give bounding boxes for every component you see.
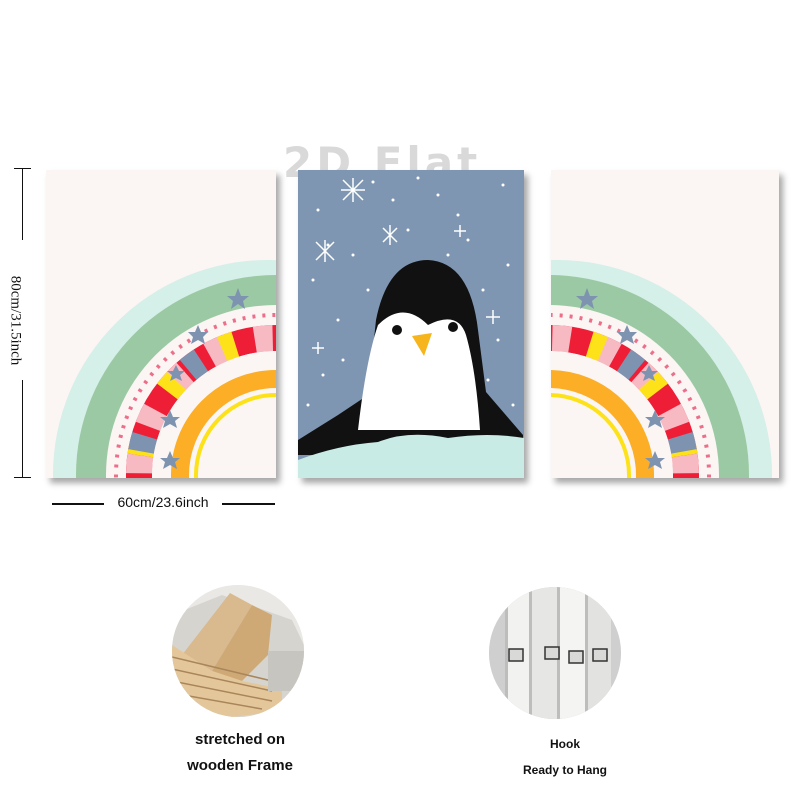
- canvas-print-left-rainbow: [46, 170, 276, 478]
- penguin-illustration: [298, 176, 524, 478]
- height-dimension-label: 80cm/31.5inch: [7, 275, 24, 366]
- hook-photo: [489, 587, 621, 719]
- width-dimension-line-right: [222, 503, 275, 505]
- canvas-print-right-rainbow: [551, 170, 779, 478]
- wooden-frame-photo: [172, 585, 304, 717]
- width-dimension-label: 60cm/23.6inch: [117, 494, 209, 510]
- rainbow-right-illustration: [551, 260, 772, 478]
- hook-caption-line1: Hook: [550, 737, 580, 751]
- rainbow-left-illustration: [53, 260, 276, 478]
- width-dimension-line-left: [52, 503, 104, 505]
- height-dimension-cap-top: [14, 168, 31, 169]
- frame-caption-line1: stretched on: [194, 731, 285, 748]
- canvas-print-middle-penguin: [298, 170, 524, 478]
- frame-caption-line2: wooden Frame: [187, 757, 293, 774]
- hook-caption-line2: Ready to Hang: [522, 763, 607, 777]
- height-dimension-cap-bottom: [14, 477, 31, 478]
